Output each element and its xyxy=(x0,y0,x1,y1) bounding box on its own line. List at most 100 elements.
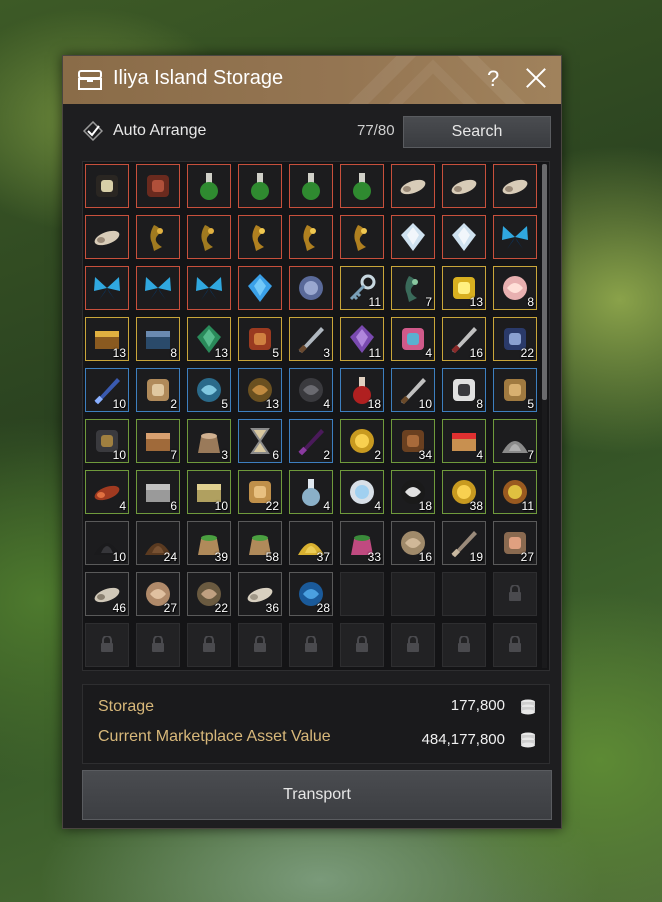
locked-slot[interactable] xyxy=(391,623,435,667)
item-slot[interactable]: 13 xyxy=(442,266,486,310)
close-button[interactable] xyxy=(525,66,547,88)
locked-slot[interactable] xyxy=(85,623,129,667)
auto-arrange-toggle[interactable]: Auto Arrange xyxy=(83,120,206,142)
item-slot[interactable]: 4 xyxy=(85,470,129,514)
item-slot[interactable]: 2 xyxy=(289,419,333,463)
locked-slot[interactable] xyxy=(493,572,537,616)
item-slot[interactable]: 39 xyxy=(187,521,231,565)
locked-slot[interactable] xyxy=(340,623,384,667)
item-slot[interactable]: 27 xyxy=(493,521,537,565)
item-slot[interactable]: 22 xyxy=(187,572,231,616)
locked-slot[interactable] xyxy=(238,623,282,667)
item-slot[interactable] xyxy=(289,164,333,208)
item-slot[interactable]: 46 xyxy=(85,572,129,616)
item-slot[interactable]: 38 xyxy=(442,470,486,514)
empty-slot[interactable] xyxy=(340,572,384,616)
item-slot[interactable] xyxy=(136,266,180,310)
item-slot[interactable] xyxy=(442,164,486,208)
item-slot[interactable] xyxy=(238,215,282,259)
item-slot[interactable]: 34 xyxy=(391,419,435,463)
locked-slot[interactable] xyxy=(187,623,231,667)
item-slot[interactable]: 7 xyxy=(391,266,435,310)
item-slot[interactable] xyxy=(85,215,129,259)
item-slot[interactable]: 10 xyxy=(85,521,129,565)
item-slot[interactable] xyxy=(391,215,435,259)
item-slot[interactable]: 7 xyxy=(493,419,537,463)
transport-button[interactable]: Transport xyxy=(82,770,552,820)
item-slot[interactable]: 18 xyxy=(340,368,384,412)
item-slot[interactable] xyxy=(238,266,282,310)
item-slot[interactable]: 22 xyxy=(238,470,282,514)
item-quantity: 4 xyxy=(374,499,381,513)
locked-slot[interactable] xyxy=(289,623,333,667)
item-slot[interactable]: 8 xyxy=(136,317,180,361)
item-slot[interactable]: 10 xyxy=(187,470,231,514)
item-slot[interactable] xyxy=(340,215,384,259)
scrollbar-thumb[interactable] xyxy=(542,164,547,400)
item-slot[interactable]: 5 xyxy=(238,317,282,361)
help-button[interactable]: ? xyxy=(487,66,499,92)
item-slot[interactable] xyxy=(442,215,486,259)
item-slot[interactable]: 4 xyxy=(442,419,486,463)
item-slot[interactable] xyxy=(85,266,129,310)
item-slot[interactable]: 4 xyxy=(289,470,333,514)
item-slot[interactable] xyxy=(340,164,384,208)
item-slot[interactable]: 28 xyxy=(289,572,333,616)
item-slot[interactable]: 10 xyxy=(85,368,129,412)
item-slot[interactable]: 4 xyxy=(391,317,435,361)
item-slot[interactable]: 11 xyxy=(340,317,384,361)
item-slot[interactable]: 6 xyxy=(238,419,282,463)
empty-slot[interactable] xyxy=(391,572,435,616)
item-slot[interactable] xyxy=(289,215,333,259)
item-slot[interactable]: 37 xyxy=(289,521,333,565)
item-slot[interactable]: 33 xyxy=(340,521,384,565)
item-slot[interactable]: 3 xyxy=(187,419,231,463)
search-button[interactable]: Search xyxy=(403,116,551,148)
item-slot[interactable]: 22 xyxy=(493,317,537,361)
green-potion-icon xyxy=(251,173,269,200)
item-slot[interactable] xyxy=(391,164,435,208)
item-slot[interactable]: 10 xyxy=(391,368,435,412)
item-slot[interactable]: 11 xyxy=(340,266,384,310)
item-slot[interactable] xyxy=(136,164,180,208)
item-slot[interactable]: 11 xyxy=(493,470,537,514)
locked-slot[interactable] xyxy=(493,623,537,667)
item-slot[interactable]: 27 xyxy=(136,572,180,616)
item-slot[interactable] xyxy=(136,215,180,259)
locked-slot[interactable] xyxy=(136,623,180,667)
item-slot[interactable]: 6 xyxy=(136,470,180,514)
item-slot[interactable]: 13 xyxy=(85,317,129,361)
item-slot[interactable] xyxy=(493,164,537,208)
item-slot[interactable]: 2 xyxy=(136,368,180,412)
item-slot[interactable]: 16 xyxy=(442,317,486,361)
locked-slot[interactable] xyxy=(442,623,486,667)
grid-scrollbar[interactable] xyxy=(542,164,547,668)
item-slot[interactable]: 18 xyxy=(391,470,435,514)
item-slot[interactable]: 3 xyxy=(289,317,333,361)
item-slot[interactable]: 7 xyxy=(136,419,180,463)
item-slot[interactable]: 2 xyxy=(340,419,384,463)
item-slot[interactable] xyxy=(187,266,231,310)
item-slot[interactable]: 4 xyxy=(340,470,384,514)
item-slot[interactable]: 16 xyxy=(391,521,435,565)
item-slot[interactable] xyxy=(187,164,231,208)
item-slot[interactable]: 58 xyxy=(238,521,282,565)
item-slot[interactable]: 13 xyxy=(238,368,282,412)
item-slot[interactable]: 5 xyxy=(187,368,231,412)
item-slot[interactable] xyxy=(85,164,129,208)
item-slot[interactable]: 10 xyxy=(85,419,129,463)
item-slot[interactable] xyxy=(238,164,282,208)
item-slot[interactable]: 36 xyxy=(238,572,282,616)
item-slot[interactable]: 13 xyxy=(187,317,231,361)
item-slot[interactable]: 5 xyxy=(493,368,537,412)
item-slot[interactable]: 24 xyxy=(136,521,180,565)
item-slot[interactable] xyxy=(289,266,333,310)
item-slot[interactable] xyxy=(187,215,231,259)
item-slot[interactable]: 8 xyxy=(442,368,486,412)
empty-slot[interactable] xyxy=(442,572,486,616)
item-slot[interactable]: 19 xyxy=(442,521,486,565)
item-slot[interactable]: 8 xyxy=(493,266,537,310)
item-slot[interactable]: 4 xyxy=(289,368,333,412)
item-slot[interactable] xyxy=(493,215,537,259)
title-bar[interactable]: Iliya Island Storage ? xyxy=(63,56,561,104)
